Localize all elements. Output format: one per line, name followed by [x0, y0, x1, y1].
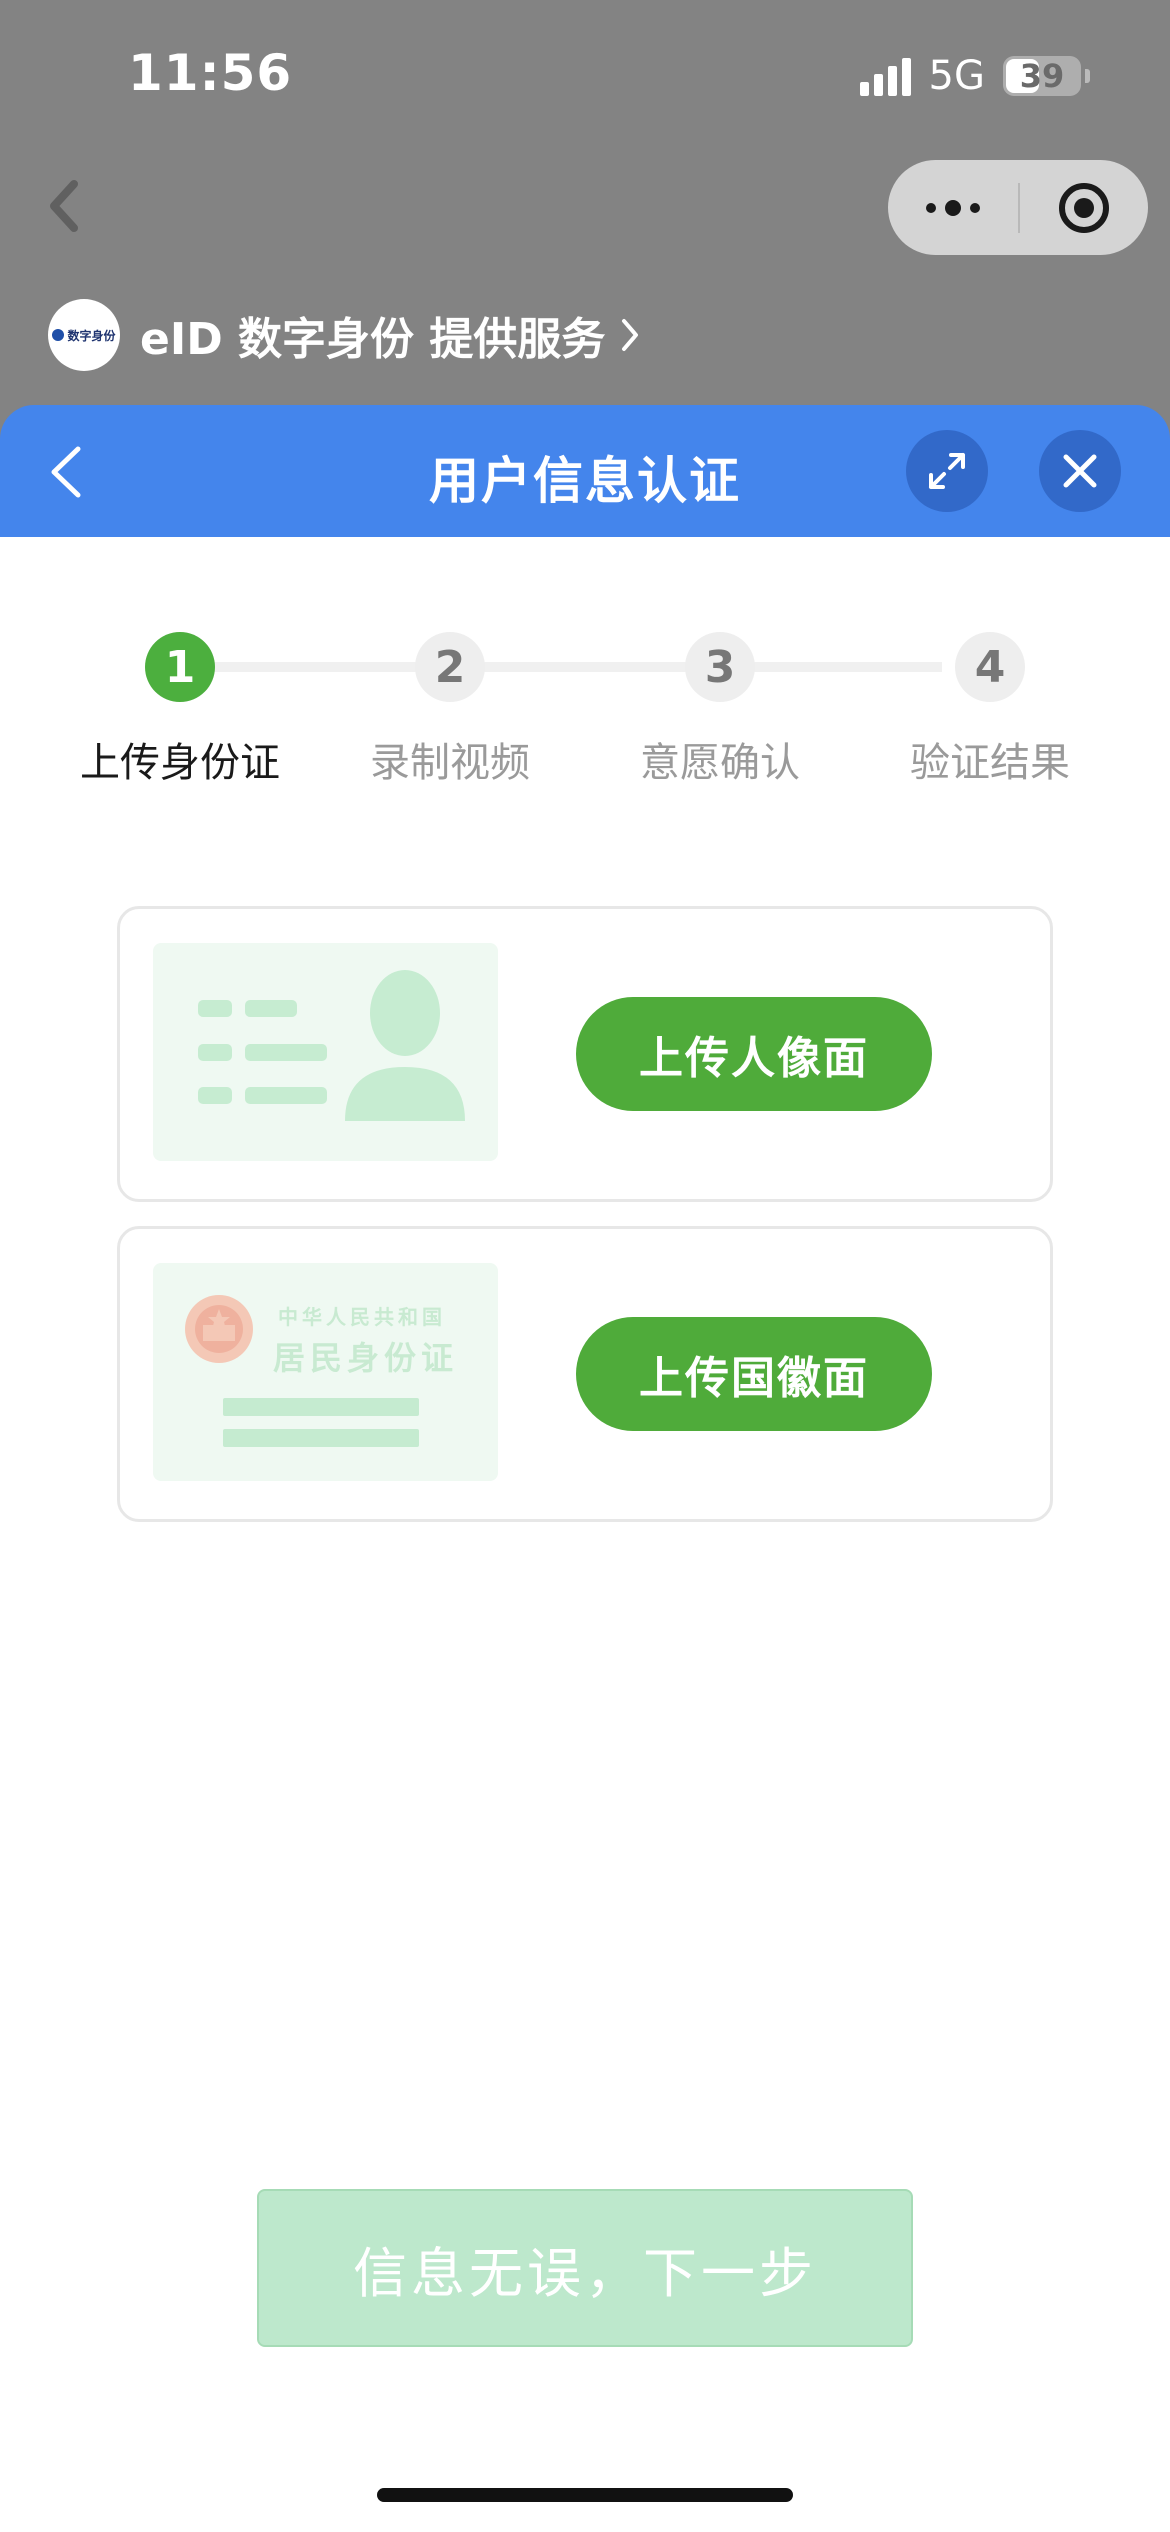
upload-portrait-card: 上传人像面: [117, 906, 1053, 1202]
service-provider[interactable]: 数字身份 eID 数字身份 提供服务: [48, 298, 641, 372]
step-label: 上传身份证: [80, 740, 280, 786]
step-verify-result: 4 验证结果: [860, 632, 1120, 788]
step-number: 3: [685, 632, 755, 702]
cellular-signal-icon: [859, 56, 911, 96]
step-label: 验证结果: [910, 740, 1070, 786]
id-card-back-big-title: 居民身份证: [273, 1339, 459, 1377]
status-time: 11:56: [128, 44, 293, 102]
provider-label: eID 数字身份 提供服务: [140, 314, 606, 365]
step-label: 录制视频: [370, 740, 530, 786]
battery-level: 39: [1019, 57, 1065, 95]
id-card-front-icon: [153, 943, 498, 1161]
step-number: 1: [145, 632, 215, 702]
close-button[interactable]: [1039, 430, 1121, 512]
step-number: 2: [415, 632, 485, 702]
upload-emblem-button[interactable]: 上传国徽面: [576, 1317, 932, 1431]
placeholder-line: [223, 1398, 419, 1416]
step-upload-id: 1 上传身份证: [50, 632, 310, 788]
upload-emblem-card: 中华人民共和国 居民身份证 上传国徽面: [117, 1226, 1053, 1522]
home-indicator[interactable]: [377, 2488, 793, 2502]
target-circle-icon[interactable]: [1020, 180, 1148, 236]
miniprogram-capsule: [888, 160, 1148, 255]
progress-stepper: 1 上传身份证 2 录制视频 3 意愿确认 4 验证结果: [0, 620, 1170, 790]
id-card-back-small-title: 中华人民共和国: [278, 1305, 446, 1329]
more-dots-icon[interactable]: [888, 199, 1018, 216]
chevron-right-icon: [622, 319, 639, 351]
network-type: 5G: [928, 53, 985, 99]
step-record-video: 2 录制视频: [320, 632, 580, 788]
back-chevron-icon[interactable]: [40, 176, 90, 236]
step-intent-confirm: 3 意愿确认: [590, 632, 850, 788]
step-label: 意愿确认: [640, 740, 800, 786]
upload-portrait-button[interactable]: 上传人像面: [576, 997, 932, 1111]
placeholder-line: [223, 1429, 419, 1447]
next-step-button[interactable]: 信息无误，下一步: [257, 2189, 913, 2347]
close-icon: [1063, 454, 1097, 488]
step-number: 4: [955, 632, 1025, 702]
expand-icon: [929, 453, 965, 489]
status-bar-right: 5G 39: [859, 52, 1090, 100]
app-overlay-region: 11:56 5G 39 数字身份 eID 数字身份 提供服务: [0, 0, 1170, 440]
provider-logo-text: 数字身份: [67, 328, 116, 343]
id-card-back-thumbnail: 中华人民共和国 居民身份证: [153, 1263, 498, 1481]
provider-logo: 数字身份: [48, 299, 120, 371]
logo-dot-icon: [52, 329, 65, 341]
page-title: 用户信息认证: [429, 452, 741, 510]
sheet-header: 用户信息认证: [0, 405, 1170, 537]
expand-button[interactable]: [906, 430, 988, 512]
national-emblem-icon: [185, 1295, 253, 1363]
battery-icon: 39: [1003, 56, 1081, 96]
